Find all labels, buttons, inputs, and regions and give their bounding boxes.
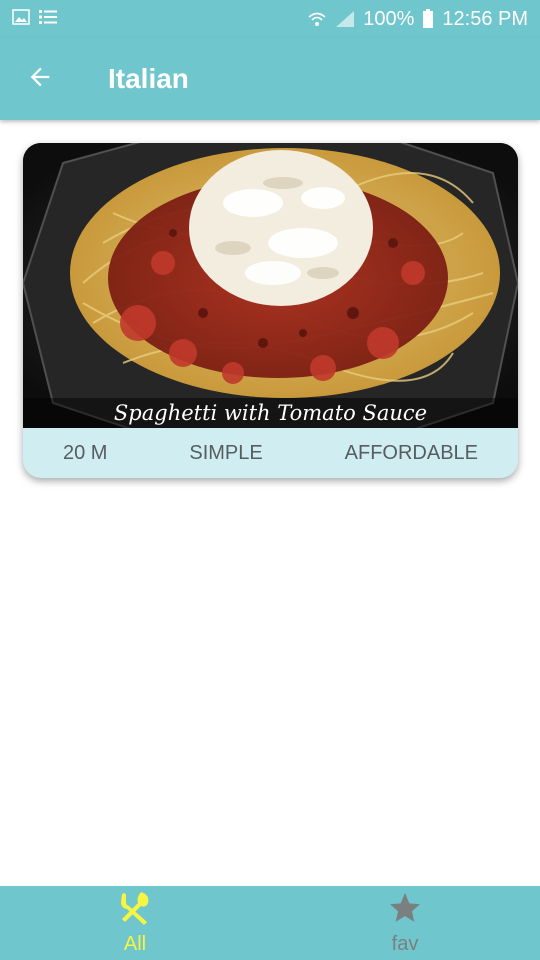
star-icon (387, 890, 423, 931)
page-title: Italian (108, 63, 189, 94)
clock: 12:56 PM (442, 7, 528, 30)
nav-label-fav: fav (391, 933, 419, 955)
meal-affordability: AFFORDABLE (344, 441, 478, 464)
meal-meta: 20 M SIMPLE AFFORDABLE (23, 428, 518, 478)
wifi-icon (307, 10, 327, 28)
battery-icon (422, 9, 434, 29)
nav-item-all[interactable]: All (0, 886, 270, 960)
status-left-icons (12, 8, 58, 31)
image-icon (12, 8, 30, 31)
battery-percent: 100% (363, 7, 415, 30)
nav-item-fav[interactable]: fav (270, 886, 540, 960)
app-bar: Italian (0, 38, 540, 120)
utensils-icon (117, 890, 153, 931)
status-bar: 100% 12:56 PM (0, 0, 540, 38)
list-icon (38, 8, 58, 31)
meal-title-bar: Spaghetti with Tomato Sauce (23, 398, 518, 428)
screen: 100% 12:56 PM Italian Spaghetti with Tom… (0, 0, 540, 960)
nav-label-all: All (123, 933, 147, 955)
meal-duration: 20 M (63, 441, 108, 464)
meal-complexity: SIMPLE (189, 441, 263, 464)
arrow-left-icon (26, 63, 54, 96)
signal-icon (335, 10, 355, 28)
back-button[interactable] (12, 51, 68, 107)
meal-card[interactable]: Spaghetti with Tomato Sauce 20 M SIMPLE … (23, 143, 518, 478)
status-right: 100% 12:56 PM (307, 8, 528, 31)
meal-title: Spaghetti with Tomato Sauce (113, 401, 428, 425)
meal-image: Spaghetti with Tomato Sauce (23, 143, 518, 428)
bottom-nav: All fav (0, 886, 540, 960)
